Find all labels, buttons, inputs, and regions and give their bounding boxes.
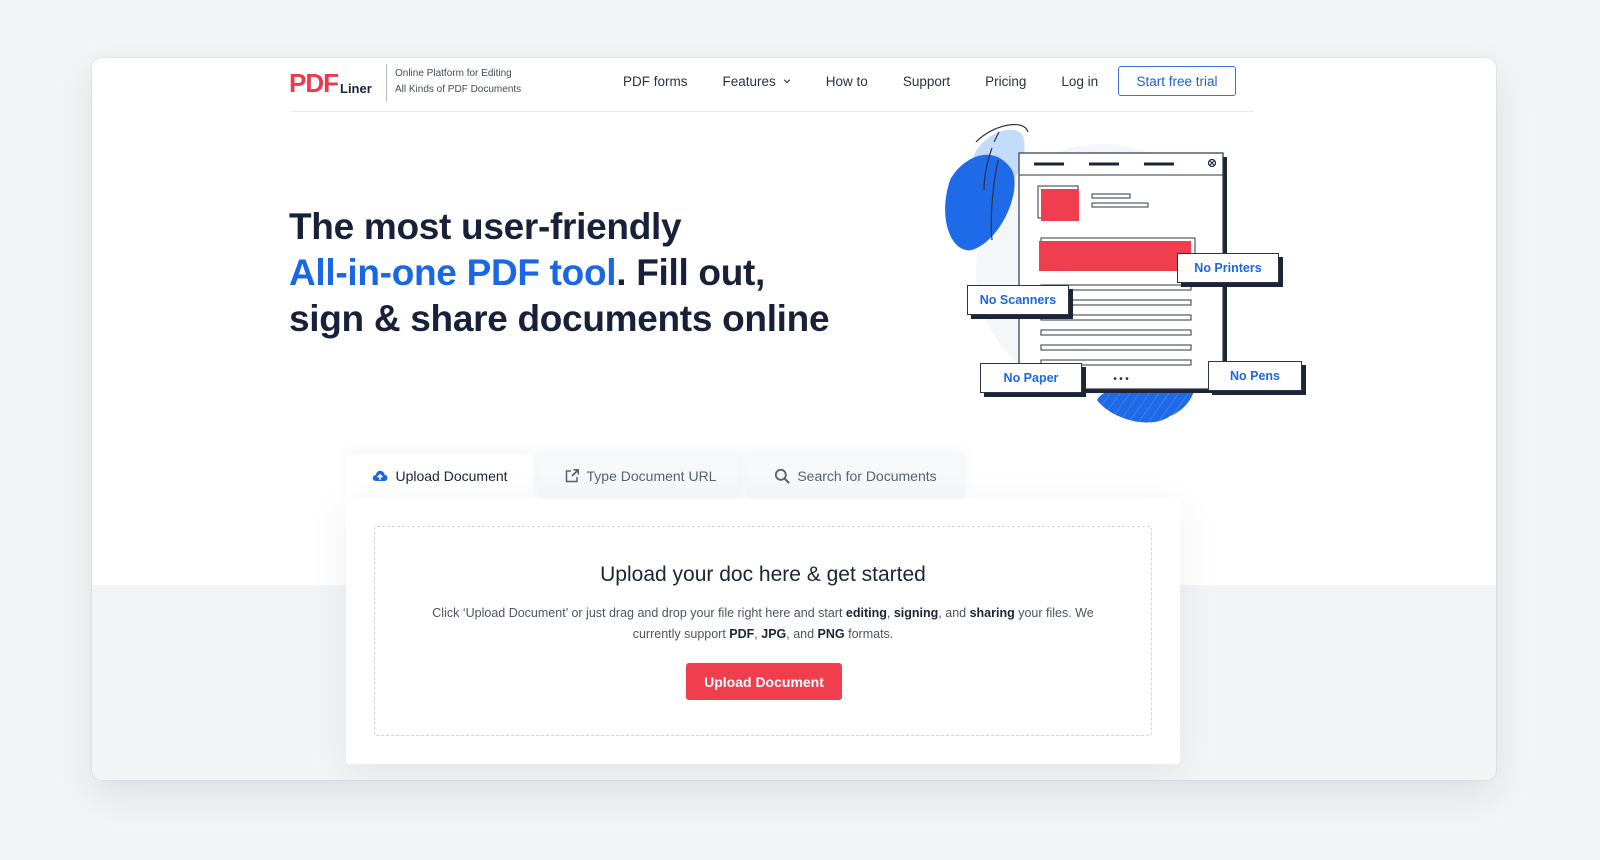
nav-label: Features: [722, 73, 776, 89]
nav-label: PDF forms: [623, 73, 688, 89]
logo-liner-text: Liner: [340, 81, 372, 96]
logo-divider: [386, 64, 387, 102]
nav-pricing[interactable]: Pricing: [985, 74, 1026, 89]
hero-heading: The most user-friendly All-in-one PDF to…: [289, 204, 830, 342]
tag-no-scanners: No Scanners: [967, 285, 1069, 315]
nav-support[interactable]: Support: [903, 74, 950, 89]
main-nav: PDF forms Features How to Support Pricin…: [623, 58, 1133, 104]
hero-line-1: The most user-friendly: [289, 206, 682, 247]
site-header: PDF Liner Online Platform for Editing Al…: [289, 58, 1254, 112]
upload-panel: Upload your doc here & get started Click…: [346, 498, 1180, 764]
hero-line-3: sign & share documents online: [289, 298, 830, 339]
tab-label: Upload Document: [395, 468, 508, 484]
file-dropzone[interactable]: Upload your doc here & get started Click…: [374, 526, 1152, 736]
nav-pdf-forms[interactable]: PDF forms: [623, 74, 688, 89]
tab-label: Search for Documents: [797, 468, 937, 484]
nav-features[interactable]: Features: [723, 74, 791, 89]
hero-illustration: ••• No Printers No Scanners No Paper No …: [852, 120, 1302, 440]
browser-window: PDF Liner Online Platform for Editing Al…: [92, 58, 1496, 780]
upload-document-button[interactable]: Upload Document: [686, 663, 842, 700]
chevron-down-icon: [783, 79, 790, 84]
tag-no-pens: No Pens: [1208, 361, 1302, 391]
nav-label: How to: [825, 73, 868, 89]
tab-search-for-documents[interactable]: Search for Documents: [746, 454, 965, 498]
cloud-upload-icon: [373, 470, 388, 481]
tagline-line-1: Online Platform for Editing: [395, 68, 512, 79]
hero-line-2: All-in-one PDF tool. Fill out,: [289, 250, 829, 296]
ellipsis: •••: [1112, 374, 1130, 385]
upload-description: Click ‘Upload Document’ or just drag and…: [432, 606, 1094, 641]
tag-no-paper: No Paper: [980, 363, 1082, 393]
logo[interactable]: PDF Liner: [289, 68, 372, 96]
nav-login[interactable]: Log in: [1061, 74, 1098, 89]
tagline-line-2: All Kinds of PDF Documents: [395, 84, 522, 95]
external-link-icon: [565, 469, 579, 483]
upload-title: Upload your doc here & get started: [600, 563, 926, 586]
tagline: Online Platform for Editing All Kinds of…: [395, 66, 521, 98]
upload-method-tabs: Upload Document Type Document URL Search…: [346, 454, 969, 498]
nav-label: Log in: [1061, 73, 1099, 89]
search-icon: [775, 468, 790, 484]
tab-type-document-url[interactable]: Type Document URL: [538, 454, 742, 498]
hero-line-2-rest: . Fill out,: [616, 252, 766, 293]
hero-accent: All-in-one PDF tool: [289, 252, 617, 293]
logo-pdf-text: PDF: [289, 68, 339, 98]
nav-label: Pricing: [985, 73, 1027, 89]
tab-upload-document[interactable]: Upload Document: [346, 454, 534, 498]
tab-label: Type Document URL: [586, 468, 717, 484]
start-free-trial-button[interactable]: Start free trial: [1118, 66, 1236, 96]
nav-how-to[interactable]: How to: [826, 74, 868, 89]
nav-label: Support: [902, 73, 951, 89]
tag-no-printers: No Printers: [1177, 253, 1279, 283]
